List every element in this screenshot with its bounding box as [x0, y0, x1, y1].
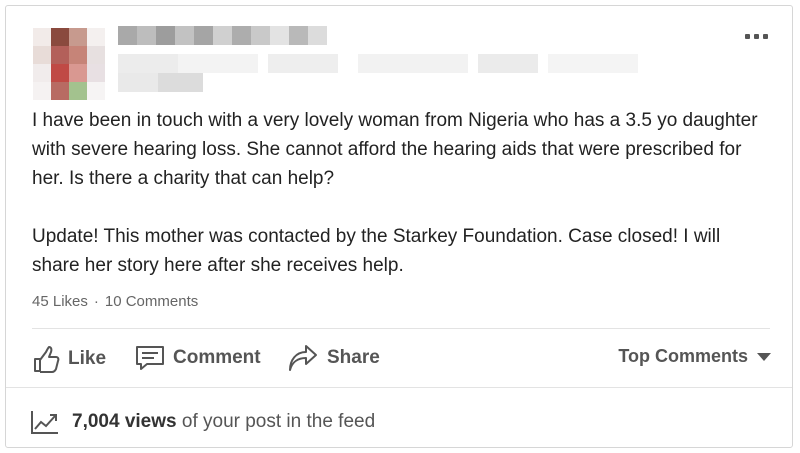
- post-paragraph: I have been in touch with a very lovely …: [32, 110, 758, 189]
- share-label: Share: [327, 347, 380, 368]
- avatar[interactable]: [33, 28, 105, 100]
- comment-label: Comment: [173, 347, 261, 368]
- social-counts: 45 Likes · 10 Comments: [32, 293, 198, 310]
- share-arrow-icon: [289, 345, 317, 371]
- divider: [6, 387, 792, 388]
- like-button[interactable]: Like: [32, 344, 106, 374]
- views-suffix: of your post in the feed: [176, 411, 376, 432]
- sort-label: Top Comments: [618, 346, 748, 366]
- post-body: I have been in touch with a very lovely …: [32, 106, 772, 280]
- trending-chart-icon: [31, 411, 58, 434]
- likes-count-link[interactable]: 45 Likes: [32, 293, 88, 310]
- post-views-link[interactable]: 7,004 views of your post in the feed: [30, 409, 375, 435]
- counts-separator: ·: [93, 293, 99, 310]
- comment-bubble-icon: [136, 346, 164, 370]
- thumbs-up-icon: [34, 346, 60, 373]
- comments-count-link[interactable]: 10 Comments: [105, 293, 198, 310]
- views-text: 7,004 views of your post in the feed: [72, 411, 375, 433]
- like-label: Like: [68, 348, 107, 369]
- views-count: 7,004 views: [72, 411, 177, 432]
- post-paragraph: Update! This mother was contacted by the…: [32, 226, 721, 276]
- share-button[interactable]: Share: [287, 344, 380, 372]
- author-name-redacted[interactable]: [118, 26, 327, 45]
- sort-comments-dropdown[interactable]: Top Comments: [618, 346, 772, 367]
- more-dots-icon: [745, 34, 750, 39]
- more-options-button[interactable]: [745, 34, 768, 39]
- comment-button[interactable]: Comment: [135, 344, 261, 372]
- action-bar: Like Comment Share Top Comments: [32, 344, 772, 384]
- author-headline-redacted: [118, 54, 678, 94]
- caret-down-icon: [757, 352, 771, 361]
- post-card: I have been in touch with a very lovely …: [5, 5, 793, 448]
- divider: [32, 328, 770, 329]
